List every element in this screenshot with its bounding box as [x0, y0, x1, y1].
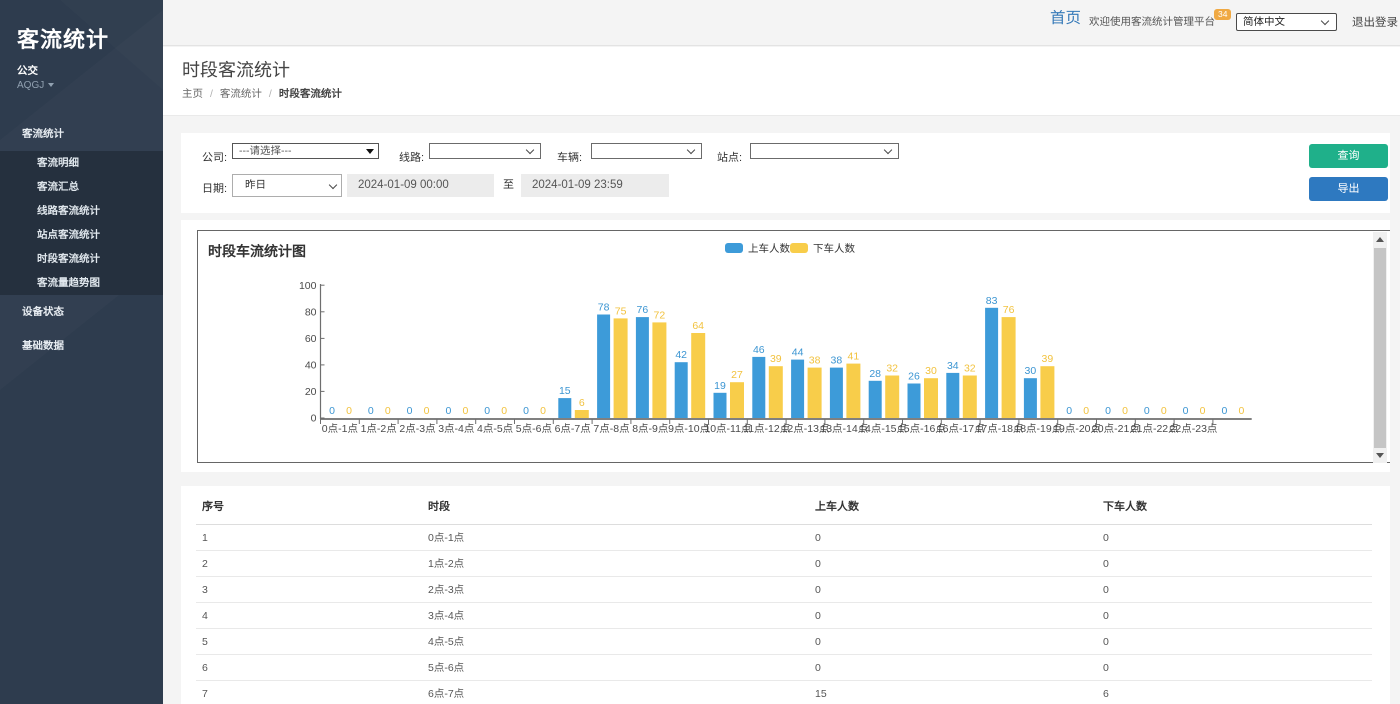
svg-text:32: 32 — [886, 363, 898, 375]
svg-text:78: 78 — [598, 302, 610, 314]
svg-text:40: 40 — [305, 359, 317, 371]
svg-text:15: 15 — [559, 385, 571, 397]
svg-text:64: 64 — [692, 320, 704, 332]
svg-text:0: 0 — [501, 405, 507, 417]
svg-text:0: 0 — [329, 405, 335, 417]
svg-text:0点-1点: 0点-1点 — [322, 423, 358, 435]
svg-text:0: 0 — [368, 405, 374, 417]
svg-text:0: 0 — [311, 413, 317, 425]
svg-text:0: 0 — [1221, 405, 1227, 417]
svg-text:2点-3点: 2点-3点 — [399, 423, 435, 435]
svg-text:26: 26 — [908, 371, 920, 383]
svg-text:32: 32 — [964, 363, 976, 375]
svg-text:0: 0 — [1066, 405, 1072, 417]
svg-text:7点-8点: 7点-8点 — [593, 423, 629, 435]
svg-text:38: 38 — [809, 355, 821, 367]
svg-text:34: 34 — [947, 360, 959, 372]
svg-text:30: 30 — [1025, 365, 1037, 377]
svg-text:41: 41 — [848, 351, 860, 363]
svg-text:28: 28 — [869, 368, 881, 380]
svg-text:44: 44 — [792, 347, 804, 359]
svg-text:76: 76 — [637, 304, 649, 316]
svg-text:0: 0 — [1122, 405, 1128, 417]
svg-text:20: 20 — [305, 386, 317, 398]
svg-text:80: 80 — [305, 306, 317, 318]
svg-text:0: 0 — [424, 405, 430, 417]
svg-text:0: 0 — [1144, 405, 1150, 417]
svg-text:27: 27 — [731, 369, 743, 381]
svg-text:5点-6点: 5点-6点 — [516, 423, 552, 435]
svg-text:0: 0 — [407, 405, 413, 417]
svg-text:0: 0 — [1200, 405, 1206, 417]
svg-text:76: 76 — [1003, 304, 1015, 316]
svg-text:19: 19 — [714, 380, 726, 392]
svg-text:0: 0 — [1105, 405, 1111, 417]
svg-text:46: 46 — [753, 344, 765, 356]
svg-text:39: 39 — [770, 353, 782, 365]
svg-text:0: 0 — [1161, 405, 1167, 417]
svg-text:0: 0 — [1083, 405, 1089, 417]
svg-text:72: 72 — [654, 309, 666, 321]
svg-text:0: 0 — [346, 405, 352, 417]
svg-text:30: 30 — [925, 365, 937, 377]
svg-text:42: 42 — [675, 349, 687, 361]
svg-text:1点-2点: 1点-2点 — [361, 423, 397, 435]
svg-text:83: 83 — [986, 295, 998, 307]
svg-text:22点-23点: 22点-23点 — [1170, 423, 1218, 435]
svg-text:0: 0 — [445, 405, 451, 417]
svg-text:0: 0 — [1238, 405, 1244, 417]
svg-text:4点-5点: 4点-5点 — [477, 423, 513, 435]
svg-text:100: 100 — [299, 280, 317, 292]
svg-text:60: 60 — [305, 333, 317, 345]
svg-text:0: 0 — [462, 405, 468, 417]
svg-text:8点-9点: 8点-9点 — [632, 423, 668, 435]
svg-text:0: 0 — [1183, 405, 1189, 417]
svg-text:0: 0 — [385, 405, 391, 417]
svg-text:38: 38 — [831, 355, 843, 367]
svg-text:6点-7点: 6点-7点 — [555, 423, 591, 435]
svg-text:75: 75 — [615, 305, 627, 317]
svg-text:39: 39 — [1042, 353, 1054, 365]
svg-text:0: 0 — [540, 405, 546, 417]
svg-text:3点-4点: 3点-4点 — [438, 423, 474, 435]
svg-text:0: 0 — [523, 405, 529, 417]
svg-text:6: 6 — [579, 397, 585, 409]
svg-text:0: 0 — [484, 405, 490, 417]
